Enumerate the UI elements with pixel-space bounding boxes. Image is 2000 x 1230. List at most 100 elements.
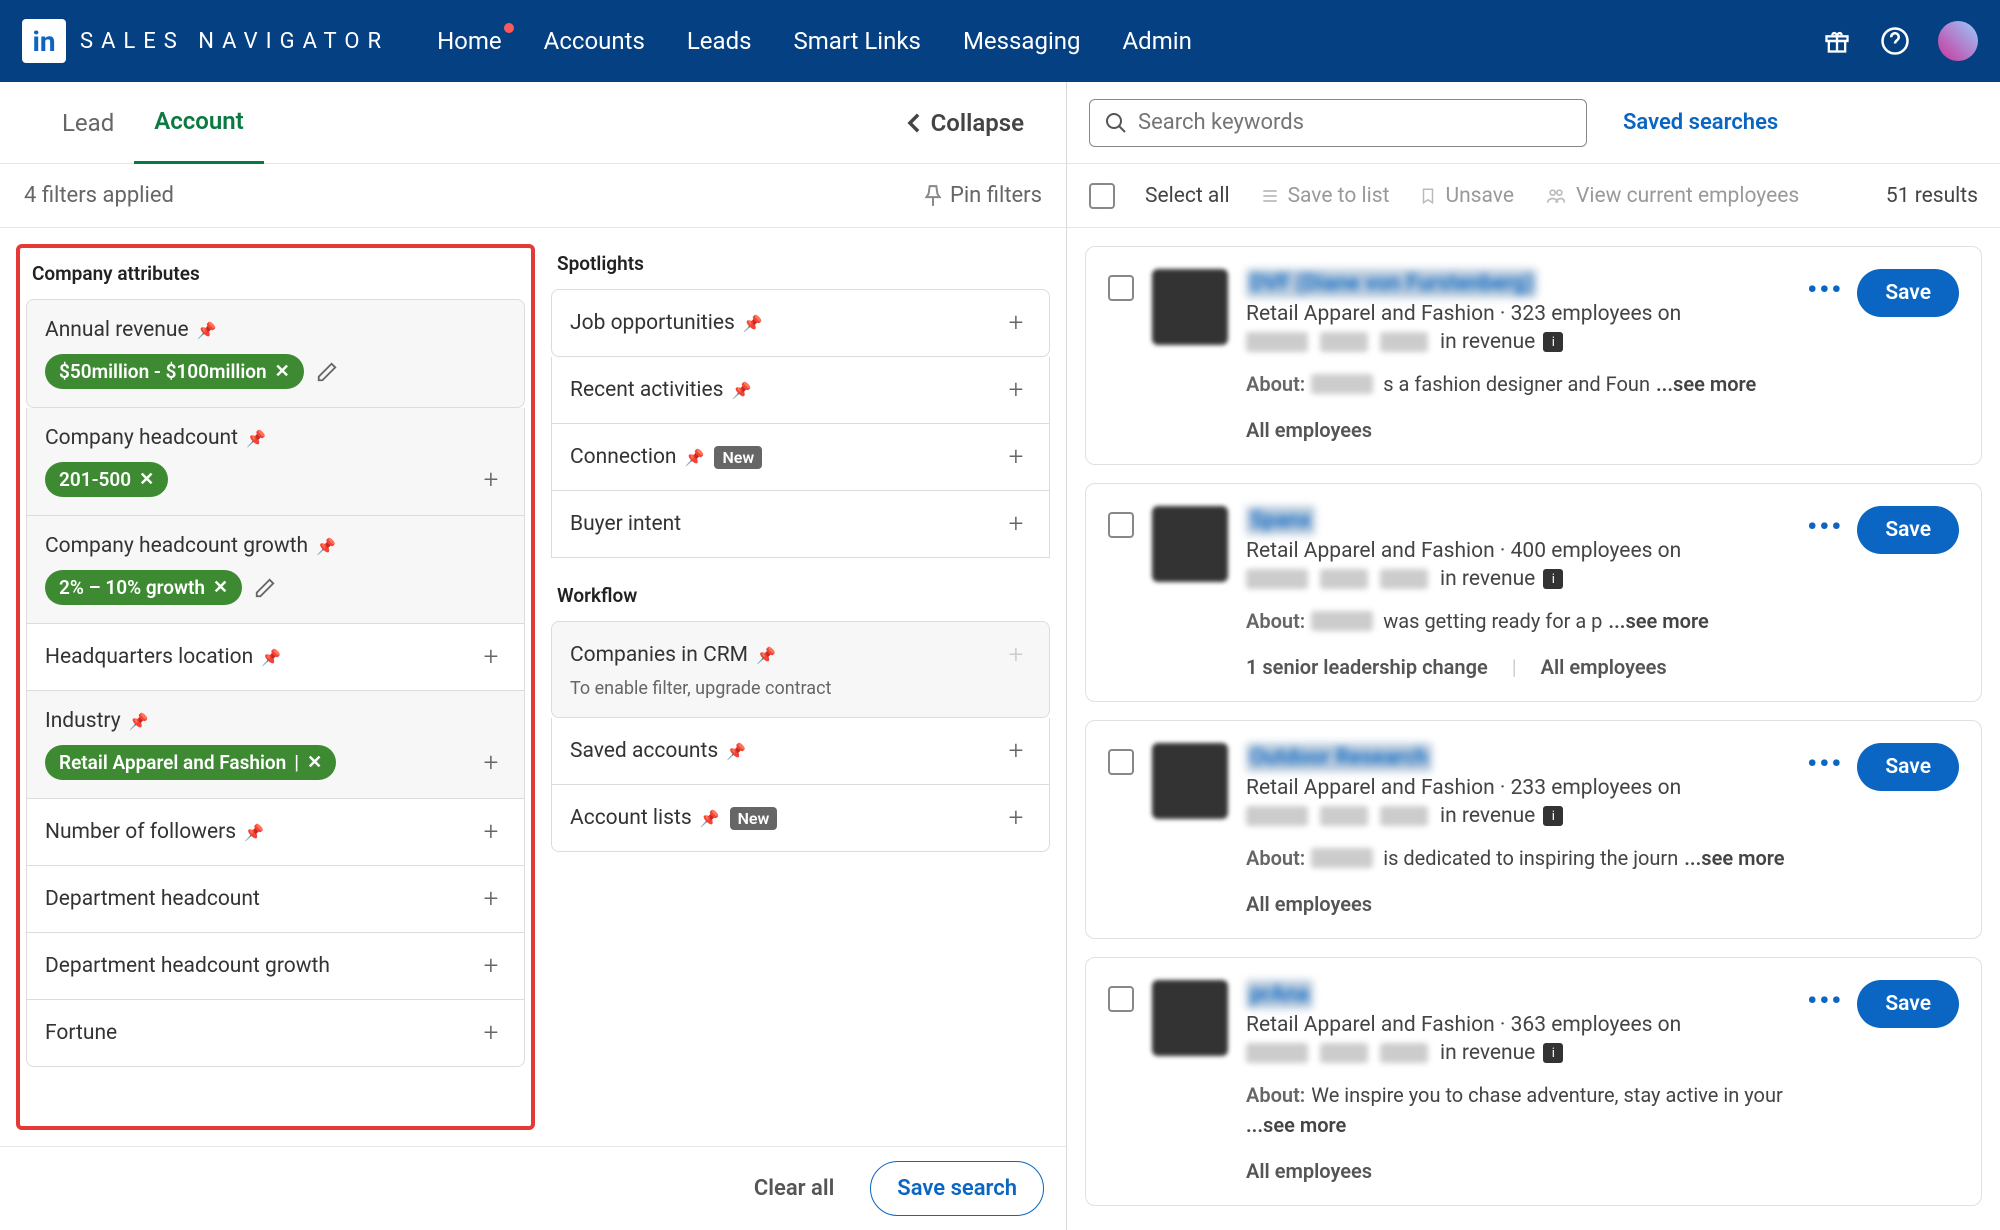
company-logo[interactable] [1152, 269, 1228, 345]
add-filter-icon[interactable]: + [1001, 736, 1031, 766]
add-filter-icon[interactable]: + [1001, 509, 1031, 539]
company-logo[interactable] [1152, 980, 1228, 1056]
filter-headcount-growth[interactable]: Company headcount growth 📌 2% – 10% grow… [26, 516, 525, 624]
collapse-filters-button[interactable]: Collapse [907, 109, 1024, 137]
see-more-link[interactable]: ...see more [1684, 846, 1784, 870]
tab-lead[interactable]: Lead [42, 82, 134, 164]
pin-icon[interactable]: 📌 [732, 381, 752, 400]
pin-icon[interactable]: 📌 [261, 648, 281, 667]
filter-pill-headcount[interactable]: 201-500✕ [45, 462, 168, 497]
filter-pill-growth[interactable]: 2% – 10% growth✕ [45, 570, 242, 605]
filter-company-headcount[interactable]: Company headcount 📌 201-500✕ + [26, 408, 525, 516]
clear-all-button[interactable]: Clear all [736, 1162, 852, 1215]
add-filter-value-icon[interactable]: + [476, 465, 506, 495]
filter-hq-location[interactable]: Headquarters location📌+ [26, 624, 525, 691]
tab-account[interactable]: Account [134, 82, 264, 164]
more-actions-button[interactable]: ••• [1807, 743, 1843, 780]
save-account-button[interactable]: Save [1857, 980, 1959, 1028]
result-checkbox[interactable] [1108, 749, 1134, 775]
result-footer-link[interactable]: 1 senior leadership change [1246, 655, 1488, 679]
result-checkbox[interactable] [1108, 986, 1134, 1012]
info-icon[interactable]: i [1543, 332, 1563, 352]
pin-icon[interactable]: 📌 [316, 537, 336, 556]
result-checkbox[interactable] [1108, 512, 1134, 538]
add-filter-icon[interactable]: + [476, 642, 506, 672]
save-account-button[interactable]: Save [1857, 269, 1959, 317]
filter-connection[interactable]: Connection📌New+ [551, 424, 1050, 491]
pin-filters-button[interactable]: Pin filters [924, 183, 1042, 208]
company-logo[interactable] [1152, 743, 1228, 819]
remove-pill-icon[interactable]: ✕ [139, 469, 154, 490]
edit-filter-icon[interactable] [254, 577, 276, 599]
company-name-link[interactable]: Spanx [1246, 506, 1315, 535]
result-footer-link[interactable]: All employees [1246, 892, 1372, 916]
more-actions-button[interactable]: ••• [1807, 506, 1843, 543]
save-search-button[interactable]: Save search [870, 1161, 1044, 1216]
select-all-checkbox[interactable] [1089, 183, 1115, 209]
nav-messaging[interactable]: Messaging [963, 27, 1081, 55]
info-icon[interactable]: i [1543, 1043, 1563, 1063]
nav-leads[interactable]: Leads [687, 27, 752, 55]
nav-admin[interactable]: Admin [1123, 27, 1192, 55]
pin-icon[interactable]: 📌 [197, 321, 217, 340]
pin-icon[interactable]: 📌 [129, 712, 149, 731]
result-checkbox[interactable] [1108, 275, 1134, 301]
saved-searches-link[interactable]: Saved searches [1623, 110, 1778, 135]
result-footer-link[interactable]: All employees [1246, 418, 1372, 442]
company-name-link[interactable]: Outdoor Research [1246, 743, 1432, 772]
filter-saved-accounts[interactable]: Saved accounts📌+ [551, 718, 1050, 785]
pin-icon[interactable]: 📌 [244, 823, 264, 842]
referral-gift-icon[interactable] [1822, 26, 1852, 56]
help-icon[interactable] [1880, 26, 1910, 56]
pin-icon[interactable]: 📌 [685, 448, 705, 467]
unsave-button[interactable]: Unsave [1419, 184, 1514, 208]
select-all-label[interactable]: Select all [1145, 184, 1230, 208]
filter-pill-revenue[interactable]: $50million - $100million✕ [45, 354, 304, 389]
add-filter-icon[interactable]: + [476, 817, 506, 847]
pin-icon[interactable]: 📌 [726, 742, 746, 761]
nav-accounts[interactable]: Accounts [544, 27, 645, 55]
filter-dept-headcount-growth[interactable]: Department headcount growth+ [26, 933, 525, 1000]
view-employees-button[interactable]: View current employees [1544, 184, 1799, 208]
company-name-link[interactable]: prAna [1246, 980, 1313, 1009]
company-name-link[interactable]: DVF (Diane von Furstenberg) [1246, 269, 1537, 298]
see-more-link[interactable]: ...see more [1246, 1113, 1346, 1137]
save-account-button[interactable]: Save [1857, 506, 1959, 554]
see-more-link[interactable]: ...see more [1656, 372, 1756, 396]
add-filter-icon[interactable]: + [1001, 375, 1031, 405]
pin-icon[interactable]: 📌 [700, 809, 720, 828]
filter-buyer-intent[interactable]: Buyer intent+ [551, 491, 1050, 558]
nav-home[interactable]: Home [437, 27, 502, 55]
add-filter-icon[interactable]: + [1001, 442, 1031, 472]
save-account-button[interactable]: Save [1857, 743, 1959, 791]
info-icon[interactable]: i [1543, 806, 1563, 826]
search-keywords-field[interactable] [1089, 99, 1587, 147]
remove-pill-icon[interactable]: ✕ [213, 577, 228, 598]
add-filter-icon[interactable]: + [476, 884, 506, 914]
result-footer-link[interactable]: All employees [1541, 655, 1667, 679]
pin-icon[interactable]: 📌 [246, 429, 266, 448]
filter-job-opportunities[interactable]: Job opportunities📌+ [551, 289, 1050, 357]
add-filter-icon[interactable]: + [1001, 803, 1031, 833]
add-filter-icon[interactable]: + [1001, 308, 1031, 338]
see-more-link[interactable]: ...see more [1608, 609, 1708, 633]
result-footer-link[interactable]: All employees [1246, 1159, 1372, 1183]
edit-filter-icon[interactable] [316, 361, 338, 383]
user-avatar[interactable] [1938, 21, 1978, 61]
filter-annual-revenue[interactable]: Annual revenue 📌 $50million - $100millio… [26, 299, 525, 408]
add-filter-icon[interactable]: + [476, 1018, 506, 1048]
info-icon[interactable]: i [1543, 569, 1563, 589]
filter-account-lists[interactable]: Account lists📌New+ [551, 785, 1050, 852]
more-actions-button[interactable]: ••• [1807, 980, 1843, 1017]
filter-followers[interactable]: Number of followers📌+ [26, 799, 525, 866]
filter-dept-headcount[interactable]: Department headcount+ [26, 866, 525, 933]
add-filter-value-icon[interactable]: + [476, 748, 506, 778]
save-to-list-button[interactable]: Save to list [1260, 184, 1390, 208]
company-logo[interactable] [1152, 506, 1228, 582]
nav-smart-links[interactable]: Smart Links [794, 27, 921, 55]
remove-pill-icon[interactable]: ✕ [275, 361, 290, 382]
remove-pill-icon[interactable]: ✕ [307, 752, 322, 773]
more-actions-button[interactable]: ••• [1807, 269, 1843, 306]
filter-industry[interactable]: Industry📌 Retail Apparel and Fashion|✕ + [26, 691, 525, 799]
pin-icon[interactable]: 📌 [743, 314, 763, 333]
